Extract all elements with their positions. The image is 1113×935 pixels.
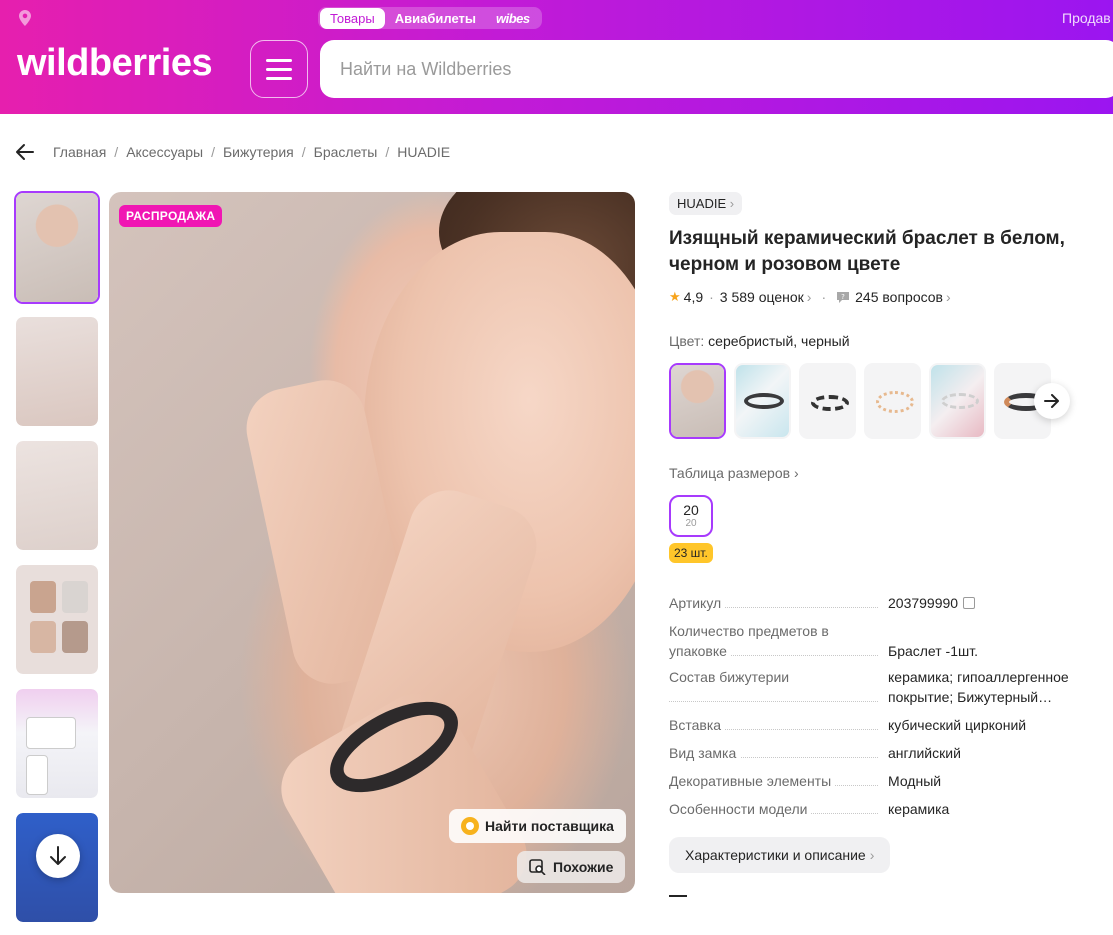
spec-key: Декоративные элементы bbox=[669, 773, 836, 789]
product-title: Изящный керамический браслет в белом, че… bbox=[669, 228, 1065, 275]
color-swatch[interactable] bbox=[734, 363, 791, 439]
color-swatch[interactable] bbox=[929, 363, 986, 439]
spec-row: Особенности модели керамика bbox=[669, 799, 1089, 819]
main-product-image[interactable] bbox=[109, 192, 635, 893]
spec-key: Состав бижутерии bbox=[669, 669, 794, 685]
breadcrumb: Главная / Аксессуары / Бижутерия / Браслеты… bbox=[53, 144, 451, 160]
rating-value: 4,9 bbox=[683, 289, 704, 305]
arrow-down-icon bbox=[50, 846, 66, 865]
size-main: 20 bbox=[683, 502, 699, 518]
breadcrumb-item[interactable]: Аксессуары bbox=[126, 144, 203, 160]
breadcrumb-item[interactable]: Бижутерия bbox=[223, 144, 294, 160]
header: Товары Авиабилеты wibes Продав wildberri… bbox=[0, 0, 1113, 114]
spec-row: Декоративные элементы Модный bbox=[669, 771, 1089, 791]
spec-value: Модный bbox=[888, 773, 942, 789]
spec-value: кубический цирконий bbox=[888, 717, 1027, 733]
tab-flights[interactable]: Авиабилеты bbox=[385, 8, 486, 29]
color-label: Цвет: серебристый, черный bbox=[669, 333, 850, 349]
question-icon: ? bbox=[837, 291, 850, 303]
spec-row: Состав бижутерии керамика; гипоаллергенн… bbox=[669, 667, 1089, 707]
spec-row: Вставка кубический цирконий bbox=[669, 715, 1089, 735]
similar-search-icon bbox=[529, 859, 546, 875]
brand-chip[interactable]: HUADIE › bbox=[669, 192, 743, 215]
back-arrow-icon[interactable] bbox=[15, 143, 35, 161]
svg-text:?: ? bbox=[841, 293, 845, 301]
color-swatch[interactable] bbox=[669, 363, 726, 439]
spec-value: керамика bbox=[888, 801, 950, 817]
thumbnail[interactable] bbox=[14, 315, 100, 428]
similar-button[interactable]: Похожие bbox=[517, 851, 626, 883]
breadcrumb-item[interactable]: Браслеты bbox=[314, 144, 378, 160]
color-swatches bbox=[669, 363, 1051, 439]
reviews-link[interactable]: 3 589 оценок bbox=[720, 289, 804, 305]
specs-list: Артикул 203799990 Количество предметов в… bbox=[669, 593, 1089, 827]
sale-badge: РАСПРОДАЖА bbox=[119, 205, 223, 227]
share-icon[interactable] bbox=[669, 895, 687, 905]
characteristics-button[interactable]: Характеристики и описание › bbox=[669, 837, 891, 873]
thumbnail[interactable] bbox=[14, 439, 100, 552]
spec-value: керамика; гипоаллергенное покрытие; Бижу… bbox=[888, 669, 1069, 705]
size-option[interactable]: 20 20 bbox=[669, 495, 713, 537]
characteristics-label: Характеристики и описание bbox=[685, 847, 866, 863]
spec-value: Браслет -1шт. bbox=[888, 643, 978, 659]
swatches-next-button[interactable] bbox=[1034, 383, 1070, 419]
supplier-icon bbox=[461, 817, 479, 835]
color-swatch[interactable] bbox=[799, 363, 856, 439]
color-swatch[interactable] bbox=[864, 363, 921, 439]
spec-key: Вставка bbox=[669, 717, 726, 733]
size-table-link[interactable]: Таблица размеров › bbox=[669, 465, 799, 481]
chevron-right-icon: › bbox=[869, 847, 875, 863]
menu-button[interactable] bbox=[250, 40, 308, 98]
size-sub: 20 bbox=[685, 518, 697, 529]
spec-key: Количество предметов в упаковке bbox=[669, 623, 829, 659]
thumbnail[interactable] bbox=[14, 191, 100, 304]
brand-name: HUADIE bbox=[677, 196, 727, 211]
top-tabs: Товары Авиабилеты wibes bbox=[318, 7, 542, 29]
thumbnail[interactable] bbox=[14, 563, 100, 676]
spec-row: Артикул 203799990 bbox=[669, 593, 1089, 613]
chevron-right-icon: › bbox=[729, 196, 735, 211]
sell-link[interactable]: Продав bbox=[1062, 10, 1111, 26]
rating-row: ★ 4,9 · 3 589 оценок › · ? 245 вопросов … bbox=[669, 289, 951, 305]
similar-label: Похожие bbox=[553, 859, 614, 875]
questions-link[interactable]: 245 вопросов bbox=[855, 289, 943, 305]
tab-wibes[interactable]: wibes bbox=[486, 8, 540, 29]
spec-row: Количество предметов в упаковке Браслет … bbox=[669, 621, 1089, 661]
location-pin-icon[interactable] bbox=[18, 10, 32, 26]
star-icon: ★ bbox=[669, 289, 681, 304]
arrow-right-icon bbox=[1044, 394, 1059, 408]
copy-icon[interactable] bbox=[963, 597, 976, 609]
thumbnail[interactable] bbox=[14, 687, 100, 800]
chevron-right-icon: › bbox=[946, 289, 951, 305]
spec-key: Вид замка bbox=[669, 745, 741, 761]
breadcrumb-item[interactable]: Главная bbox=[53, 144, 106, 160]
size-table-label: Таблица размеров bbox=[669, 465, 791, 481]
color-label-key: Цвет: bbox=[669, 333, 705, 349]
article-number: 203799990 bbox=[888, 595, 959, 611]
breadcrumb-item[interactable]: HUADIE bbox=[397, 144, 450, 160]
spec-key: Особенности модели bbox=[669, 801, 812, 817]
chevron-right-icon: › bbox=[806, 289, 812, 305]
find-supplier-label: Найти поставщика bbox=[485, 818, 614, 834]
color-value: серебристый, черный bbox=[708, 333, 850, 349]
spec-key: Артикул bbox=[669, 595, 726, 611]
logo[interactable]: wildberries bbox=[17, 42, 213, 85]
hamburger-icon bbox=[266, 56, 292, 83]
search-input[interactable] bbox=[320, 40, 1113, 98]
thumbnail-list bbox=[14, 191, 102, 935]
scroll-down-button[interactable] bbox=[36, 834, 80, 878]
find-supplier-button[interactable]: Найти поставщика bbox=[449, 809, 626, 843]
stock-badge: 23 шт. bbox=[669, 543, 713, 563]
spec-value: английский bbox=[888, 745, 961, 761]
chevron-right-icon: › bbox=[793, 465, 799, 481]
spec-row: Вид замка английский bbox=[669, 743, 1089, 763]
tab-goods[interactable]: Товары bbox=[320, 7, 385, 29]
